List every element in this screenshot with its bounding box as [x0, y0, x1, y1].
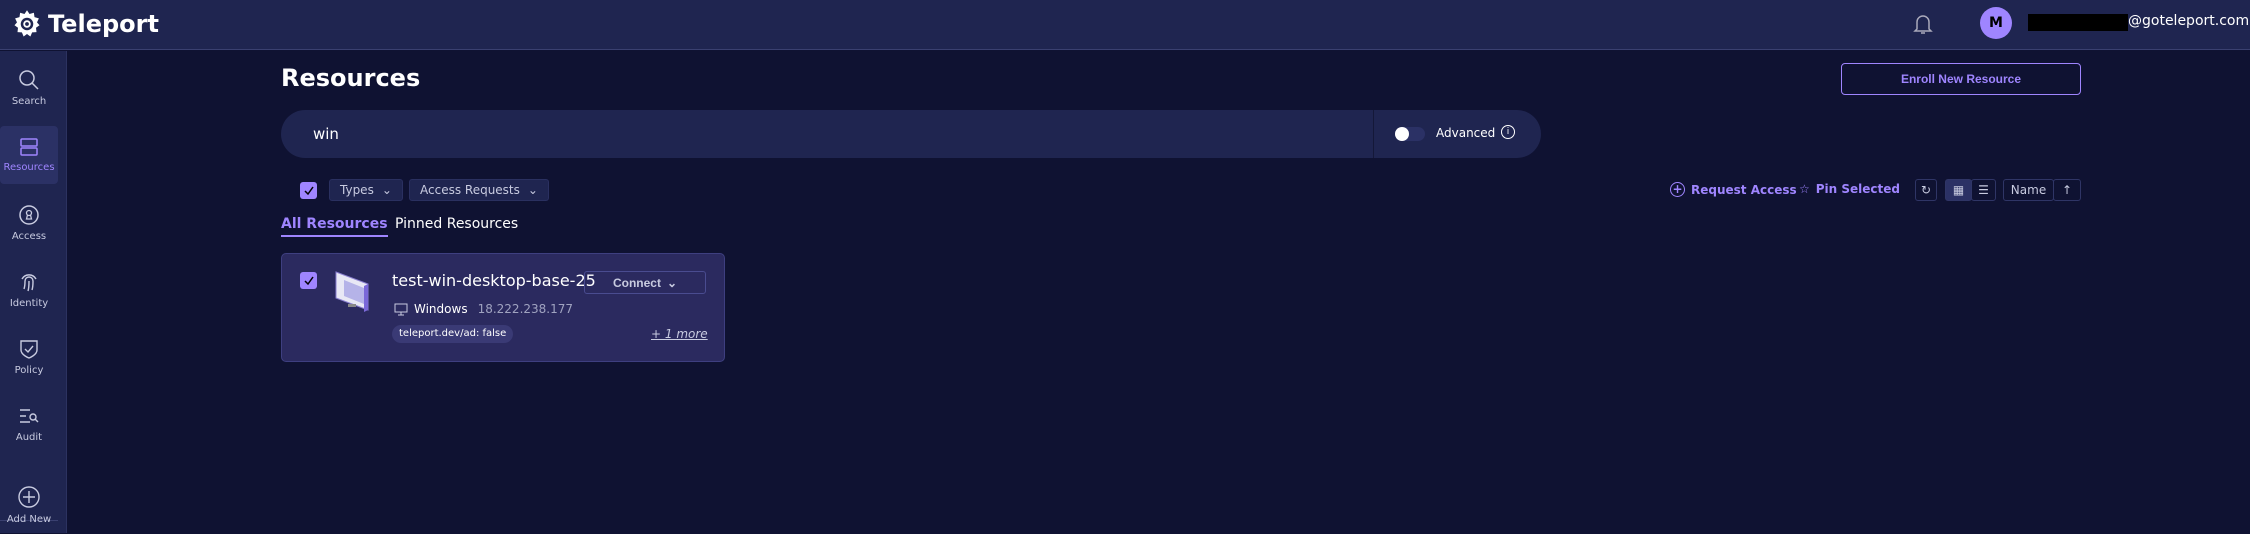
- keyhole-icon: [19, 205, 39, 225]
- windows-desktop-icon: [335, 271, 369, 312]
- enroll-new-resource-button[interactable]: Enroll New Resource: [1841, 63, 2081, 95]
- request-access-button[interactable]: + Request Access: [1670, 182, 1797, 197]
- list-icon: ☰: [1978, 183, 1989, 197]
- server-icon: [20, 138, 38, 156]
- sidebar-item-audit[interactable]: Audit: [0, 395, 58, 453]
- refresh-button[interactable]: ↻: [1915, 179, 1937, 201]
- chevron-down-icon: ⌄: [527, 183, 538, 197]
- sidebar-item-identity[interactable]: Identity: [0, 261, 58, 319]
- list-view-button[interactable]: ☰: [1971, 179, 1996, 201]
- resource-checkbox[interactable]: [300, 272, 317, 289]
- sidebar-item-label: Resources: [3, 162, 55, 173]
- advanced-toggle[interactable]: [1395, 127, 1425, 141]
- fingerprint-icon: [21, 274, 37, 292]
- user-email[interactable]: @goteleport.com: [2128, 13, 2249, 29]
- arrow-up-icon: ↑: [2061, 183, 2073, 197]
- grid-icon: ▦: [1952, 183, 1965, 197]
- check-icon: [303, 186, 314, 195]
- bell-icon[interactable]: [1912, 12, 1934, 36]
- list-search-icon: [20, 409, 39, 423]
- desktop-icon: [394, 303, 408, 315]
- resource-card[interactable]: test-win-desktop-base-25 Connect ⌄ Window…: [281, 253, 725, 362]
- page-title: Resources: [281, 64, 421, 92]
- app-name: Teleport: [48, 10, 159, 38]
- redacted-username: [2028, 14, 2128, 31]
- more-labels-link[interactable]: + 1 more: [651, 327, 708, 341]
- access-requests-label: Access Requests: [420, 183, 520, 197]
- select-all-checkbox[interactable]: [300, 182, 317, 199]
- advanced-label: Advanced: [1436, 126, 1496, 140]
- resource-name: test-win-desktop-base-25: [392, 271, 596, 290]
- sidebar-item-add-new[interactable]: Add New: [0, 476, 58, 534]
- avatar[interactable]: M: [1980, 7, 2012, 39]
- shield-check-icon: [20, 340, 38, 359]
- sidebar-item-label: Search: [11, 96, 47, 107]
- search-bar: Advanced i: [281, 110, 1541, 158]
- sidebar-item-label: Audit: [15, 432, 43, 443]
- pin-icon: ☆: [1799, 182, 1810, 196]
- search-input[interactable]: [313, 122, 1313, 146]
- access-requests-filter[interactable]: Access Requests ⌄: [409, 179, 549, 201]
- sidebar-item-search[interactable]: Search: [0, 59, 58, 117]
- tab-pinned-resources[interactable]: Pinned Resources: [395, 216, 518, 235]
- sidebar-item-policy[interactable]: Policy: [0, 328, 58, 386]
- top-bar: Teleport M @goteleport.com: [0, 0, 2250, 50]
- sidebar-item-resources[interactable]: Resources: [0, 126, 58, 184]
- refresh-icon: ↻: [1920, 183, 1932, 197]
- resource-meta: Windows 18.222.238.177: [394, 302, 573, 316]
- types-filter[interactable]: Types ⌄: [329, 179, 403, 201]
- types-label: Types: [340, 183, 374, 197]
- sort-field-button[interactable]: Name: [2003, 179, 2054, 201]
- chevron-down-icon: ⌄: [381, 183, 392, 197]
- chevron-down-icon: ⌄: [666, 275, 678, 290]
- search-divider: [1373, 110, 1374, 158]
- pin-selected-label: Pin Selected: [1815, 182, 1901, 196]
- tab-all-resources[interactable]: All Resources: [281, 216, 388, 237]
- sidebar-item-label: Policy: [14, 365, 44, 376]
- connect-button[interactable]: Connect ⌄: [584, 271, 706, 294]
- check-icon: [303, 276, 314, 285]
- pin-selected-button[interactable]: ☆ Pin Selected: [1799, 182, 1900, 196]
- sidebar-item-label: Identity: [9, 298, 49, 309]
- logo[interactable]: Teleport: [12, 9, 159, 39]
- search-icon: [19, 70, 39, 90]
- sort-direction-button[interactable]: ↑: [2053, 179, 2081, 201]
- card-view-button[interactable]: ▦: [1945, 179, 1972, 201]
- plus-circle-icon: [18, 486, 40, 508]
- info-icon[interactable]: i: [1501, 125, 1515, 139]
- resource-label: teleport.dev/ad: false: [392, 325, 514, 343]
- sidebar-item-access[interactable]: Access: [0, 194, 58, 252]
- sidebar: Search Resources Access Identity Policy …: [0, 51, 67, 533]
- gear-icon: [14, 10, 40, 37]
- resource-address: 18.222.238.177: [477, 302, 574, 316]
- request-access-label: Request Access: [1691, 182, 1797, 197]
- sidebar-item-label: Add New: [6, 514, 52, 525]
- connect-label: Connect: [612, 275, 661, 290]
- sidebar-item-label: Access: [11, 231, 47, 242]
- plus-circle-icon: +: [1670, 182, 1685, 197]
- resource-os: Windows: [414, 302, 468, 316]
